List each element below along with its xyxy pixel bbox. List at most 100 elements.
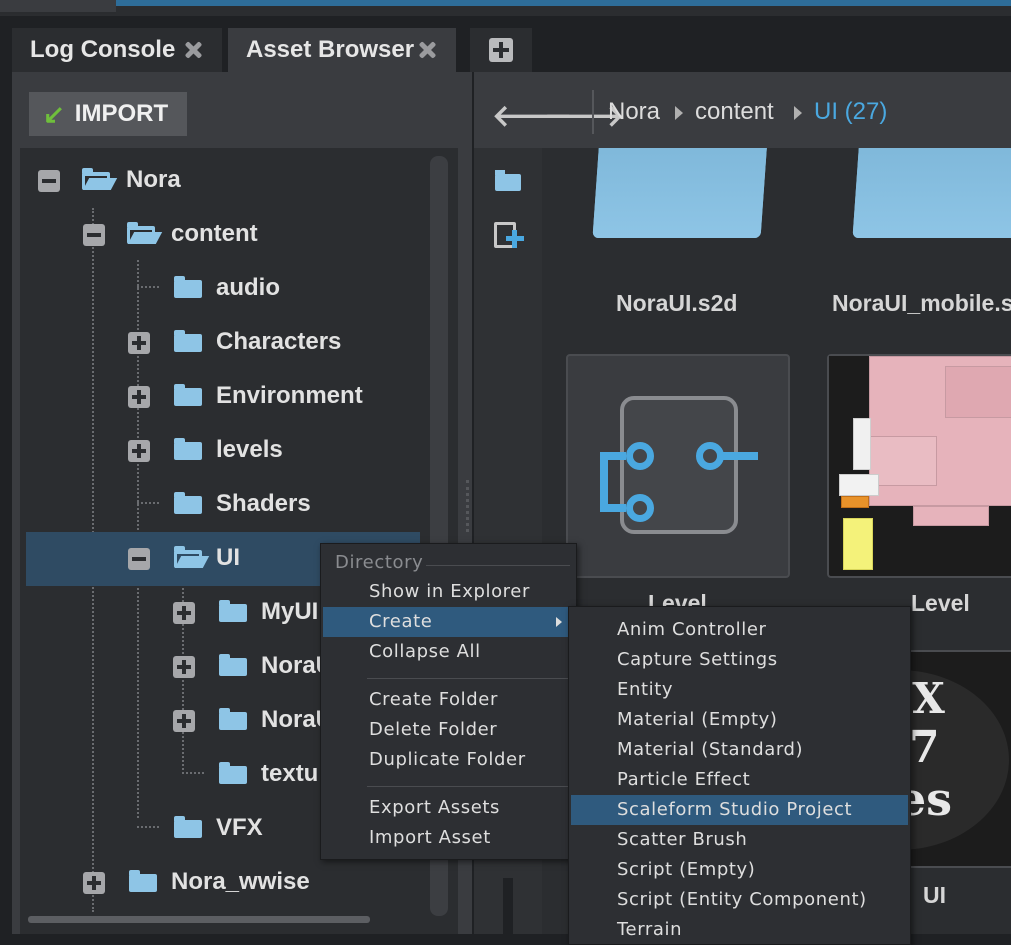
expand-icon[interactable] [128, 332, 150, 354]
folder-icon [219, 708, 247, 730]
folder-icon [219, 654, 247, 676]
tree-item-label: textu [261, 760, 319, 787]
plus-icon [489, 38, 513, 62]
asset-label: NoraUI_mobile.s [832, 290, 1011, 316]
menu-item-scaleform-studio-project[interactable]: Scaleform Studio Project [571, 795, 908, 825]
expand-icon[interactable] [173, 710, 195, 732]
tree-item-levels[interactable]: levels [20, 424, 420, 478]
menu-item-capture-settings[interactable]: Capture Settings [571, 645, 908, 675]
folder-icon [174, 384, 202, 406]
menu-item-create[interactable]: Create [323, 607, 574, 637]
menu-item-export-assets[interactable]: Export Assets [323, 793, 574, 823]
menu-item-collapse-all[interactable]: Collapse All [323, 637, 574, 667]
folder-open-icon [174, 546, 210, 568]
submenu-arrow-icon [556, 617, 562, 627]
menu-item-show-in-explorer[interactable]: Show in Explorer [323, 577, 574, 607]
asset-label: Level [911, 590, 970, 616]
collapse-icon[interactable] [38, 170, 60, 192]
panel-splitter-handle[interactable] [466, 480, 469, 532]
menu-separator [367, 786, 570, 787]
tree-item-label: Characters [216, 328, 342, 355]
thumbnail-text: 7 [909, 722, 940, 773]
new-asset-icon[interactable] [494, 220, 526, 252]
tree-item-label: Environment [216, 382, 363, 409]
breadcrumb-caret-icon [794, 106, 802, 120]
tree-item-label: Nora_wwise [171, 868, 310, 895]
folder-thumbnail-icon [852, 148, 1011, 238]
menu-item-import-asset[interactable]: Import Asset [323, 823, 574, 853]
menu-item-script-entity-component[interactable]: Script (Entity Component) [571, 885, 908, 915]
close-icon[interactable] [416, 39, 438, 61]
menu-item-create-folder[interactable]: Create Folder [323, 685, 574, 715]
import-button[interactable]: ↙ IMPORT [29, 92, 187, 136]
expand-icon[interactable] [173, 656, 195, 678]
tree-item-label: MyUI [261, 598, 319, 625]
menu-item-entity[interactable]: Entity [571, 675, 908, 705]
folder-thumbnail-icon [592, 148, 768, 238]
tab-asset-browser[interactable]: Asset Browser [228, 28, 456, 72]
breadcrumb-item[interactable]: Nora [608, 98, 660, 126]
expand-icon[interactable] [173, 602, 195, 624]
tree-item-label: UI [216, 544, 240, 571]
context-menu: Directory Show in Explorer Create Collap… [320, 543, 577, 860]
menu-separator [367, 678, 570, 679]
tree-item-label: Nora [126, 166, 181, 193]
expand-icon[interactable] [128, 386, 150, 408]
folder-icon [219, 600, 247, 622]
tree-item-characters[interactable]: Characters [20, 316, 420, 370]
folder-icon[interactable] [495, 170, 521, 191]
expand-icon[interactable] [83, 872, 105, 894]
level-preview-image [829, 356, 1011, 570]
top-tab-stub[interactable] [0, 0, 116, 14]
menu-item-anim-controller[interactable]: Anim Controller [571, 615, 908, 645]
tab-label: Asset Browser [246, 36, 415, 63]
tree-item-content[interactable]: content [20, 208, 420, 262]
menu-item-duplicate-folder[interactable]: Duplicate Folder [323, 745, 574, 775]
tree-item-label: levels [216, 436, 283, 463]
create-submenu: Anim Controller Capture Settings Entity … [568, 606, 911, 945]
folder-icon [174, 816, 202, 838]
tree-item-nora-wwise[interactable]: Nora_wwise [20, 856, 420, 910]
tree-item-audio[interactable]: audio [20, 262, 420, 316]
menu-item-scatter-brush[interactable]: Scatter Brush [571, 825, 908, 855]
context-menu-header: Directory [335, 552, 424, 573]
asset-thumbnail [566, 354, 790, 578]
asset-thumbnail [827, 354, 1011, 578]
menu-item-terrain[interactable]: Terrain [571, 915, 908, 945]
folder-open-icon [82, 168, 118, 190]
tree-item-label: audio [216, 274, 280, 301]
tab-label: Log Console [30, 36, 176, 63]
add-tab-button[interactable] [470, 28, 532, 72]
expand-icon[interactable] [128, 440, 150, 462]
folder-icon [174, 492, 202, 514]
tree-item-label: content [171, 220, 258, 247]
folder-open-icon [127, 222, 163, 244]
close-icon[interactable] [182, 39, 204, 61]
tab-bar: Log Console Asset Browser [0, 16, 1011, 72]
tree-item-environment[interactable]: Environment [20, 370, 420, 424]
menu-item-particle-effect[interactable]: Particle Effect [571, 765, 908, 795]
asset-label: NoraUI.s2d [616, 290, 738, 316]
folder-icon [129, 870, 157, 892]
menu-item-delete-folder[interactable]: Delete Folder [323, 715, 574, 745]
tree-item-shaders[interactable]: Shaders [20, 478, 420, 532]
menu-item-material-standard[interactable]: Material (Standard) [571, 735, 908, 765]
asset-label: UI [923, 882, 946, 908]
breadcrumb-item[interactable]: content [695, 98, 774, 126]
tab-log-console[interactable]: Log Console [12, 28, 222, 72]
folder-icon [174, 276, 202, 298]
tree-item-label: VFX [216, 814, 263, 841]
breadcrumb-caret-icon [675, 106, 683, 120]
top-strip [0, 0, 1011, 16]
collapse-icon[interactable] [128, 548, 150, 570]
tree-item-nora[interactable]: Nora [20, 154, 420, 208]
navigation-bar: 🡐 🡒 Nora content UI (27) [474, 82, 1011, 146]
menu-item-material-empty[interactable]: Material (Empty) [571, 705, 908, 735]
collapse-icon[interactable] [83, 224, 105, 246]
folder-icon [219, 762, 247, 784]
horizontal-scrollbar[interactable] [28, 916, 370, 923]
folder-icon [174, 330, 202, 352]
menu-item-script-empty[interactable]: Script (Empty) [571, 855, 908, 885]
tree-item-label: Shaders [216, 490, 311, 517]
folder-icon [174, 438, 202, 460]
